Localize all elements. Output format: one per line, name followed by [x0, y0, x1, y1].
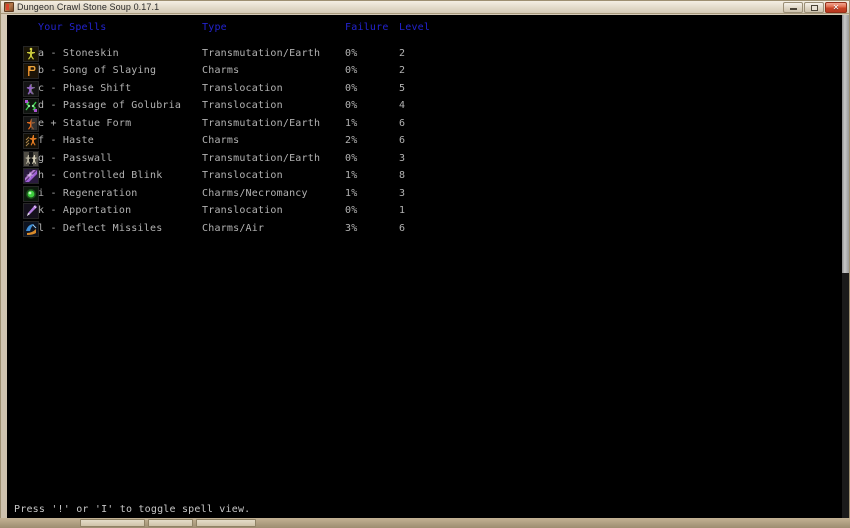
header-type: Type	[202, 22, 227, 33]
spell-level: 3	[399, 188, 406, 199]
spell-table-header: Your Spells Type Failure Level	[8, 19, 844, 36]
table-row[interactable]: a - Stoneskin Transmutation/Earth 0% 2	[8, 45, 844, 62]
game-client-area: Your Spells Type Failure Level a - Stone…	[7, 15, 845, 518]
spell-level: 3	[399, 153, 406, 164]
spell-level: 4	[399, 100, 406, 111]
spell-fail: 1%	[345, 170, 358, 181]
spell-level: 6	[399, 118, 406, 129]
spell-type: Translocation	[202, 83, 283, 94]
spell-level: 6	[399, 223, 406, 234]
spell-fail: 2%	[345, 135, 358, 146]
scrollbar-thumb[interactable]	[842, 15, 849, 273]
spell-name: a - Stoneskin	[38, 48, 119, 59]
spell-type: Transmutation/Earth	[202, 153, 321, 164]
spell-name: h - Controlled Blink	[38, 170, 163, 181]
status-message: Press '!' or 'I' to toggle spell view.	[8, 502, 844, 517]
spell-type: Charms/Necromancy	[202, 188, 308, 199]
table-row[interactable]: l - Deflect Missiles Charms/Air 3% 6	[8, 220, 844, 237]
minimize-button[interactable]	[783, 2, 803, 13]
spell-level: 5	[399, 83, 406, 94]
passwall-icon	[23, 151, 39, 167]
close-icon: ✕	[832, 2, 840, 12]
window-title: Dungeon Crawl Stone Soup 0.17.1	[17, 1, 160, 12]
spell-name: d - Passage of Golubria	[38, 100, 182, 111]
spell-fail: 0%	[345, 153, 358, 164]
controlled-blink-icon	[23, 168, 39, 184]
desktop-background: Dungeon Crawl Stone Soup 0.17.1 ✕ Your S…	[0, 0, 850, 528]
spell-name: e + Statue Form	[38, 118, 132, 129]
spell-fail: 0%	[345, 83, 358, 94]
spell-level: 1	[399, 205, 406, 216]
spell-fail: 0%	[345, 65, 358, 76]
spell-fail: 0%	[345, 48, 358, 59]
taskbar-item[interactable]	[196, 519, 256, 527]
spell-level: 2	[399, 48, 406, 59]
spell-type: Charms	[202, 65, 240, 76]
taskbar-item[interactable]	[80, 519, 145, 527]
spell-name: l - Deflect Missiles	[38, 223, 163, 234]
spell-name: f - Haste	[38, 135, 94, 146]
table-row[interactable]: i - Regeneration Charms/Necromancy 1% 3	[8, 185, 844, 202]
maximize-button[interactable]	[804, 2, 824, 13]
spell-level: 6	[399, 135, 406, 146]
header-your-spells: Your Spells	[38, 22, 107, 33]
table-row[interactable]: d - Passage of Golubria Translocation 0%…	[8, 97, 844, 114]
table-row[interactable]: e + Statue Form Transmutation/Earth 1% 6	[8, 115, 844, 132]
stoneskin-icon	[23, 46, 39, 62]
table-row[interactable]: b - Song of Slaying Charms 0% 2	[8, 62, 844, 79]
minimize-icon	[789, 8, 797, 10]
statue-form-icon	[23, 116, 39, 132]
spell-type: Translocation	[202, 100, 283, 111]
header-level: Level	[399, 22, 431, 33]
spell-name: g - Passwall	[38, 153, 113, 164]
maximize-icon	[810, 4, 818, 11]
spell-type: Transmutation/Earth	[202, 118, 321, 129]
window-controls: ✕	[783, 2, 847, 13]
table-row[interactable]: g - Passwall Transmutation/Earth 0% 3	[8, 150, 844, 167]
spell-name: b - Song of Slaying	[38, 65, 157, 76]
spell-fail: 3%	[345, 223, 358, 234]
spell-fail: 1%	[345, 118, 358, 129]
table-row[interactable]: h - Controlled Blink Translocation 1% 8	[8, 167, 844, 184]
vertical-scrollbar[interactable]	[842, 15, 849, 518]
spell-type: Translocation	[202, 170, 283, 181]
spell-name: i - Regeneration	[38, 188, 138, 199]
apportation-icon	[23, 203, 39, 219]
spell-list-panel: Your Spells Type Failure Level a - Stone…	[8, 16, 844, 504]
crawl-icon	[4, 2, 14, 12]
haste-icon	[23, 133, 39, 149]
close-button[interactable]: ✕	[825, 2, 847, 13]
spell-fail: 1%	[345, 188, 358, 199]
spell-type: Transmutation/Earth	[202, 48, 321, 59]
deflect-missiles-icon	[23, 221, 39, 237]
phase-shift-icon	[23, 81, 39, 97]
taskbar	[0, 518, 850, 528]
table-row[interactable]: f - Haste Charms 2% 6	[8, 132, 844, 149]
taskbar-item[interactable]	[148, 519, 193, 527]
regeneration-icon	[23, 186, 39, 202]
spell-fail: 0%	[345, 100, 358, 111]
spell-type: Charms/Air	[202, 223, 265, 234]
spell-name: k - Apportation	[38, 205, 132, 216]
spell-name: c - Phase Shift	[38, 83, 132, 94]
spell-level: 8	[399, 170, 406, 181]
song-of-slaying-icon	[23, 63, 39, 79]
passage-of-golubria-icon	[23, 98, 39, 114]
spell-level: 2	[399, 65, 406, 76]
spell-fail: 0%	[345, 205, 358, 216]
table-row[interactable]: k - Apportation Translocation 0% 1	[8, 202, 844, 219]
spell-type: Translocation	[202, 205, 283, 216]
table-row[interactable]: c - Phase Shift Translocation 0% 5	[8, 80, 844, 97]
spell-type: Charms	[202, 135, 240, 146]
game-window: Dungeon Crawl Stone Soup 0.17.1 ✕ Your S…	[0, 0, 850, 524]
window-titlebar[interactable]: Dungeon Crawl Stone Soup 0.17.1 ✕	[1, 1, 849, 14]
header-failure: Failure	[345, 22, 389, 33]
